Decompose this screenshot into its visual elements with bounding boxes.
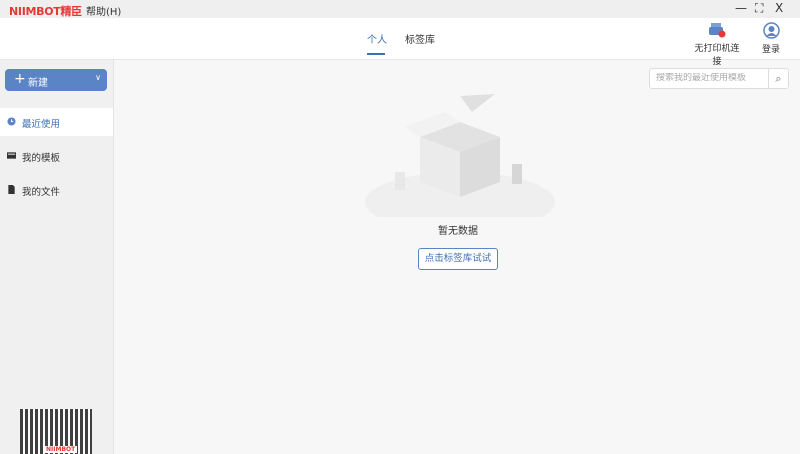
- printer-status-label: 无打印机连接: [694, 44, 740, 67]
- qr-brand-label: NIIMBOT: [44, 446, 78, 453]
- template-icon: [7, 152, 16, 159]
- close-button[interactable]: X: [775, 1, 783, 15]
- file-icon: [8, 185, 15, 194]
- search-box: ⌕: [649, 68, 789, 89]
- login-label: 登录: [761, 45, 780, 55]
- minimize-button[interactable]: —: [735, 1, 747, 15]
- clock-icon: [7, 117, 16, 126]
- login-button[interactable]: 登录: [758, 22, 784, 55]
- header: 个人 标签库 无打印机连接 登录: [0, 18, 800, 67]
- user-avatar-icon: [762, 22, 780, 39]
- printer-status-button[interactable]: 无打印机连接: [692, 22, 742, 67]
- sidebar-item-label: 我的模板: [22, 153, 61, 164]
- menu-help[interactable]: 帮助(H): [86, 3, 121, 18]
- maximize-button[interactable]: ⛶: [755, 1, 763, 16]
- tab-label-library[interactable]: 标签库: [405, 31, 435, 46]
- empty-box-illustration: [365, 94, 555, 217]
- title-bar: NIIMBOT精臣 帮助(H) — ⛶ X: [0, 0, 800, 18]
- new-button-label: 新建: [28, 78, 48, 89]
- sidebar-item-label: 最近使用: [22, 119, 61, 130]
- printer-icon: [709, 23, 726, 38]
- search-input[interactable]: [656, 73, 766, 83]
- new-button[interactable]: + 新建 ∨: [5, 69, 107, 91]
- sidebar-item-my-templates[interactable]: 我的模板: [0, 142, 113, 170]
- app-logo: NIIMBOT精臣: [9, 5, 82, 18]
- try-label-library-button[interactable]: 点击标签库试试: [418, 248, 498, 270]
- sidebar-item-recent[interactable]: 最近使用: [0, 108, 113, 136]
- active-tab-indicator: [367, 53, 385, 55]
- sidebar-item-label: 我的文件: [22, 187, 61, 198]
- sidebar-item-my-files[interactable]: 我的文件: [0, 176, 113, 204]
- sidebar: + 新建 ∨ 最近使用 我的模板 我的文件 NIIMBOT: [0, 60, 114, 454]
- empty-state-text: 暂无数据: [438, 226, 478, 237]
- search-icon[interactable]: ⌕: [768, 69, 788, 88]
- tab-personal[interactable]: 个人: [367, 31, 387, 46]
- chevron-down-icon[interactable]: ∨: [95, 73, 101, 82]
- plus-icon: +: [14, 71, 26, 87]
